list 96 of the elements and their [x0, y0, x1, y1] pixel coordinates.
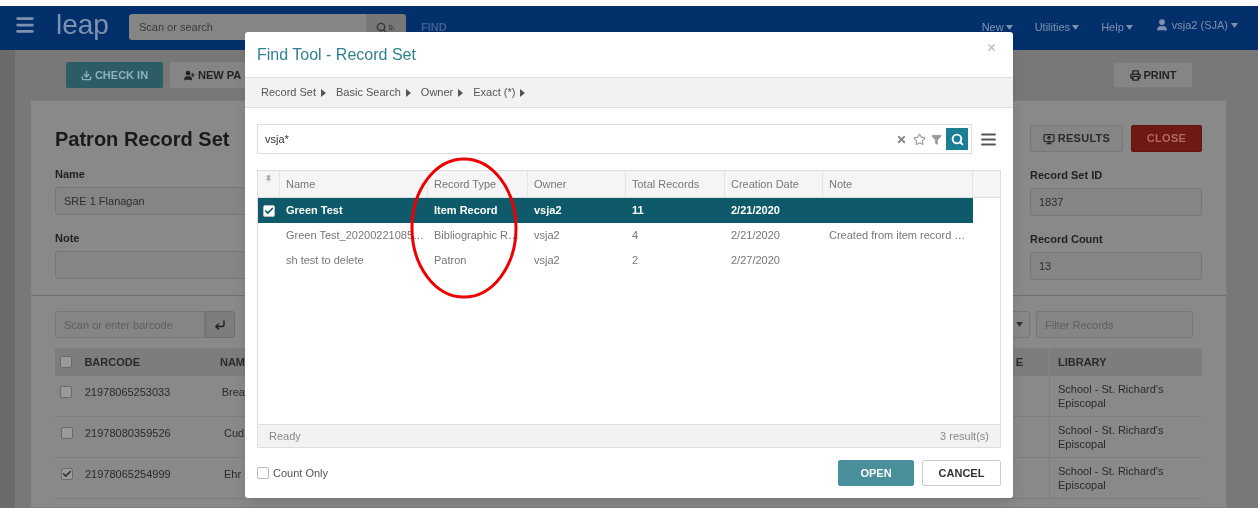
row-checkbox[interactable] — [60, 386, 73, 398]
column-header[interactable]: Owner — [528, 171, 626, 197]
user-icon — [1154, 18, 1169, 33]
table-cell: vsja2 — [534, 229, 560, 242]
table-cell: vsja2 — [534, 204, 562, 217]
caret-icon — [1072, 24, 1080, 30]
new-patron-button[interactable]: NEW PA — [170, 62, 245, 88]
row-checkbox[interactable] — [60, 468, 73, 480]
table-cell: Patron — [434, 254, 467, 267]
right-triangle-icon — [458, 88, 464, 97]
checkbox-label: Count Only — [273, 465, 329, 481]
field-label: Note — [55, 231, 81, 245]
download-icon — [80, 69, 92, 81]
table-cell-text: School - St. Richard's Episcopal — [1057, 423, 1165, 452]
result-row[interactable]: Green Test Item Record vsja2 11 2/21/2020 — [258, 198, 973, 223]
column-header[interactable]: Creation Date — [725, 171, 823, 197]
table-cell-text: 21978065254999 — [84, 467, 172, 482]
table-cell: Created from item record … — [829, 229, 966, 242]
breadcrumb-item[interactable]: Owner — [420, 84, 464, 101]
breadcrumb-item[interactable]: Exact (*) — [473, 84, 526, 101]
column-header[interactable]: Total Records — [626, 171, 725, 197]
right-triangle-icon — [321, 88, 327, 97]
column-header: NAM — [218, 354, 245, 370]
table-cell: 2/21/2020 — [731, 204, 780, 217]
field-label: Name — [55, 167, 86, 181]
menu-icon[interactable] — [980, 130, 997, 148]
page-title: Patron Record Set — [55, 127, 231, 152]
screen-icon — [1042, 132, 1055, 145]
clear-icon[interactable] — [896, 133, 907, 145]
status-text: Ready — [269, 428, 301, 444]
table-cell-text: 21978080359526 — [84, 426, 172, 441]
caret-icon — [1231, 22, 1238, 28]
star-icon[interactable] — [913, 132, 926, 146]
pin-icon[interactable] — [265, 175, 272, 182]
table-cell-text: 21978065253033 — [83, 385, 172, 400]
menu-icon[interactable] — [14, 14, 36, 36]
user-plus-icon — [184, 69, 195, 81]
feed-icon — [388, 23, 396, 31]
readonly-field[interactable]: 13 — [1030, 252, 1202, 280]
row-checkbox[interactable] — [263, 204, 275, 217]
dialog-title: Find Tool - Record Set — [257, 44, 416, 65]
result-count: 3 result(s) — [940, 428, 989, 444]
close-icon[interactable] — [986, 42, 997, 53]
result-row[interactable]: sh test to delete Patron vsja2 2 2/27/2020 — [258, 248, 973, 273]
app-logo[interactable]: leap — [56, 8, 109, 42]
table-cell: 2/27/2020 — [731, 254, 780, 267]
search-icon — [950, 132, 964, 146]
table-cell-text: Brea — [220, 385, 245, 400]
user-menu[interactable]: vsja2 (SJA) — [1154, 17, 1238, 34]
table-cell: Green Test — [286, 204, 343, 217]
cancel-button[interactable]: CANCEL — [922, 460, 1001, 486]
table-cell-text: Cud — [223, 426, 245, 441]
column-header[interactable]: Name — [280, 171, 428, 197]
table-cell: 2 — [632, 254, 639, 267]
enter-button[interactable] — [205, 311, 235, 338]
checkmark-icon — [264, 205, 274, 216]
caret-icon — [1125, 24, 1133, 30]
results-button[interactable]: RESULTS — [1030, 125, 1123, 152]
print-button[interactable]: PRINT — [1113, 62, 1193, 88]
nav-menu[interactable]: New — [981, 19, 1013, 36]
right-triangle-icon — [520, 88, 526, 97]
table-cell: 11 — [632, 204, 644, 217]
table-cell: sh test to delete — [286, 254, 364, 267]
column-header: BARCODE — [83, 354, 142, 370]
printer-icon — [1129, 69, 1141, 81]
table-cell-text: Ehr — [223, 467, 242, 482]
nav-menu[interactable]: Help — [1101, 19, 1133, 36]
table-cell: vsja2 — [534, 254, 560, 267]
column-header: LIBRARY — [1057, 354, 1107, 370]
table-cell-text: School - St. Richard's Episcopal — [1057, 464, 1165, 493]
filter-icon[interactable] — [931, 133, 942, 145]
table-cell: 2/21/2020 — [731, 229, 780, 242]
readonly-field[interactable]: 1837 — [1030, 188, 1202, 216]
caret-icon — [1005, 24, 1013, 30]
right-triangle-icon — [405, 88, 411, 97]
select-all-checkbox[interactable] — [60, 356, 73, 368]
table-cell: Item Record — [434, 204, 498, 217]
breadcrumb-item[interactable]: Basic Search — [336, 84, 411, 101]
breadcrumb-item[interactable]: Record Set — [261, 84, 327, 101]
open-button[interactable]: OPEN — [838, 460, 914, 486]
row-checkbox[interactable] — [60, 427, 73, 439]
field-label: Record Set ID — [1030, 168, 1104, 182]
column-header[interactable]: Record Type — [428, 171, 528, 197]
table-cell: 4 — [632, 229, 639, 242]
query-field[interactable]: vsja* — [257, 124, 972, 154]
caret-icon — [1016, 322, 1023, 327]
count-only-checkbox[interactable] — [257, 467, 269, 479]
nav-menu[interactable]: Utilities — [1034, 19, 1080, 36]
search-icon — [376, 21, 388, 33]
table-cell-text: School - St. Richard's Episcopal — [1057, 382, 1165, 411]
enter-icon — [214, 318, 226, 331]
check-in-button[interactable]: CHECK IN — [66, 62, 163, 88]
column-header[interactable]: Note — [823, 171, 973, 197]
checkmark-icon — [61, 469, 72, 479]
field-label: Record Count — [1030, 232, 1104, 246]
close-button[interactable]: CLOSE — [1131, 125, 1202, 152]
